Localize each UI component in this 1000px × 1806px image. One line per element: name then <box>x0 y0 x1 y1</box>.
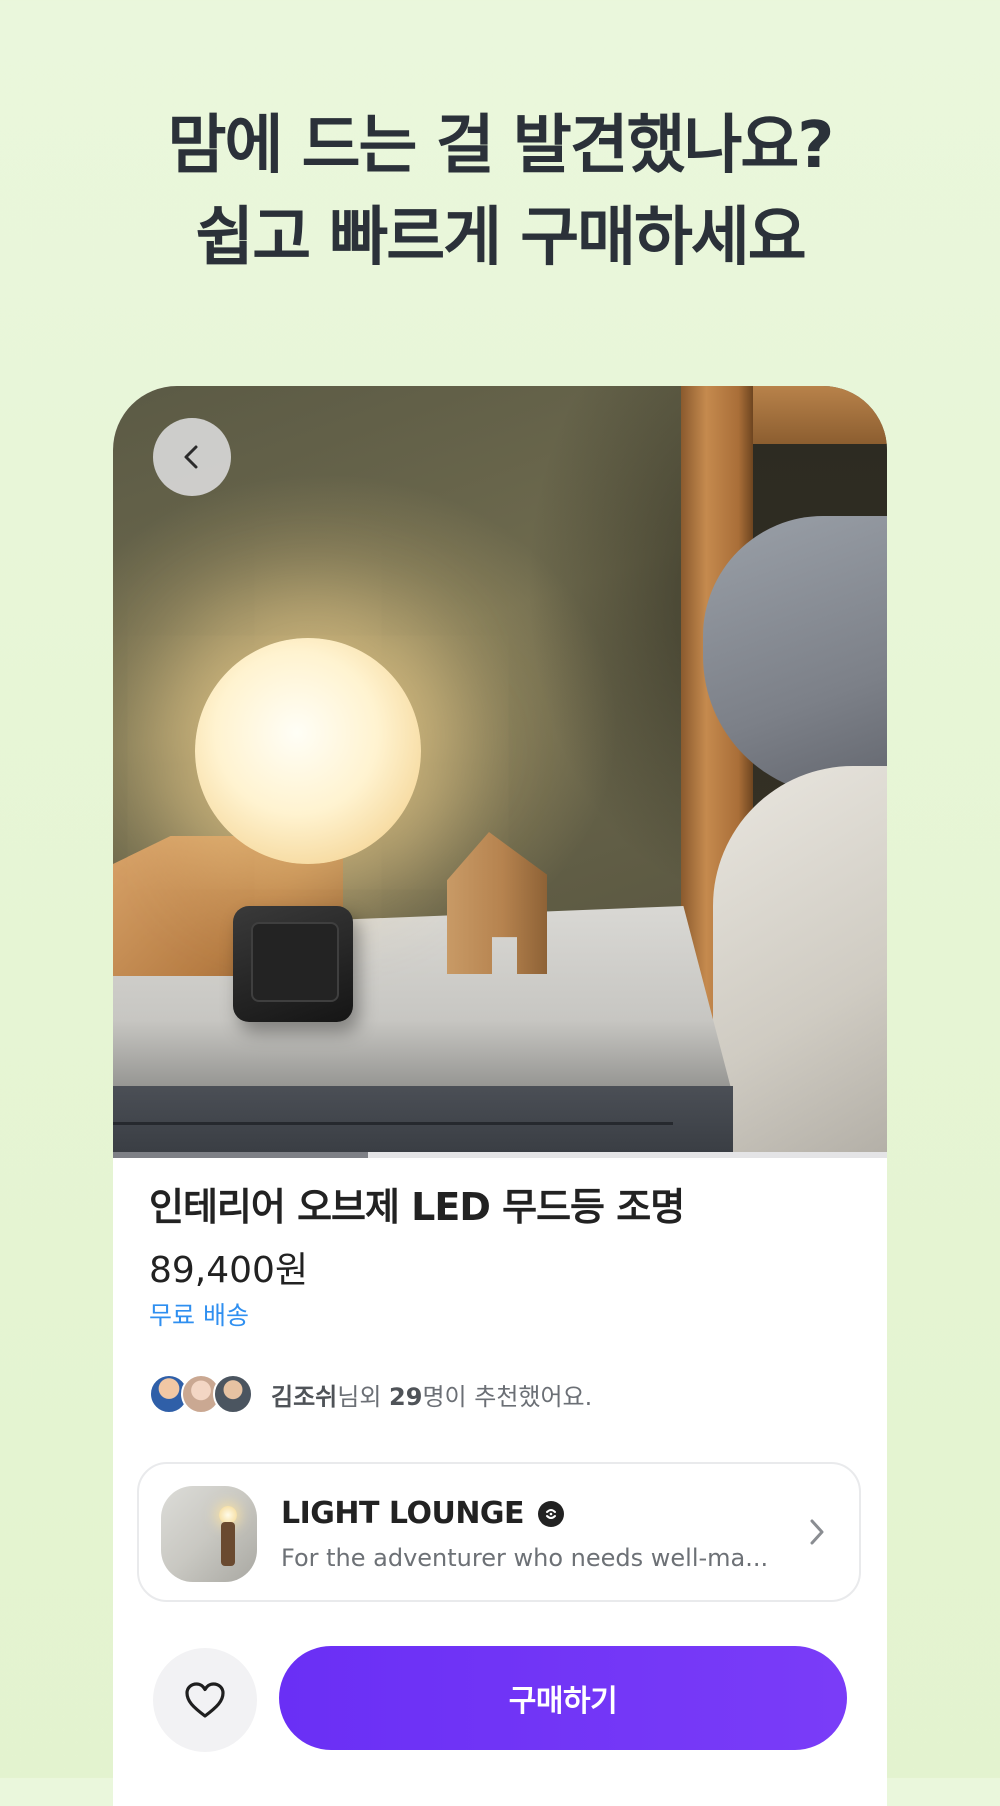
shop-name-row: LIGHT LOUNGE <box>281 1496 565 1531</box>
shop-description: For the adventurer who needs well-ma... <box>281 1544 769 1572</box>
recommender-count: 29 <box>389 1382 423 1411</box>
shop-name: LIGHT LOUNGE <box>281 1496 525 1531</box>
image-drawer-line <box>113 1122 673 1125</box>
chevron-left-icon <box>184 445 198 469</box>
headline-line-2: 쉽고 빠르게 구매하세요 <box>195 201 806 275</box>
chevron-right-icon <box>810 1519 824 1545</box>
recommendation-text-2: 명이 추천했어요. <box>422 1382 593 1411</box>
phone-screen: 인테리어 오브제 LED 무드등 조명 89,400원 무료 배송 김조쉬님외 … <box>113 386 887 1806</box>
shipping-label: 무료 배송 <box>149 1301 249 1330</box>
recommendation-row[interactable]: 김조쉬님외 29명이 추천했어요. <box>149 1374 592 1414</box>
recommendation-text: 김조쉬님외 29명이 추천했어요. <box>271 1377 592 1412</box>
back-button[interactable] <box>153 418 231 496</box>
shop-thumbnail-stand <box>221 1522 235 1566</box>
recommender-name: 김조쉬 <box>271 1382 338 1411</box>
image-headboard-bar <box>753 386 887 444</box>
buy-button[interactable]: 구매하기 <box>279 1646 847 1750</box>
headline-line-1: 맘에 드는 걸 발견했나요? <box>167 109 835 183</box>
heart-icon <box>185 1682 225 1718</box>
avatar <box>213 1374 253 1414</box>
headline: 맘에 드는 걸 발견했나요? 쉽고 빠르게 구매하세요 <box>0 100 1000 284</box>
image-clock <box>233 906 353 1022</box>
product-image[interactable] <box>113 386 887 1152</box>
image-clock-face <box>251 922 339 1002</box>
product-title: 인테리어 오브제 LED 무드등 조명 <box>149 1185 685 1229</box>
recommendation-text-1: 님외 <box>337 1382 390 1411</box>
image-blanket <box>713 766 887 1152</box>
product-price: 89,400원 <box>149 1250 309 1291</box>
image-progress-fill <box>113 1152 369 1158</box>
recommender-avatars <box>149 1374 253 1414</box>
image-nightstand-front <box>113 1086 733 1152</box>
image-progress-bar <box>113 1152 887 1158</box>
image-lamp-globe <box>195 638 421 864</box>
shop-card[interactable]: LIGHT LOUNGE For the adventurer who need… <box>137 1462 861 1602</box>
verified-badge-icon <box>538 1500 565 1527</box>
like-button[interactable] <box>153 1648 257 1752</box>
shop-thumbnail <box>161 1486 257 1582</box>
